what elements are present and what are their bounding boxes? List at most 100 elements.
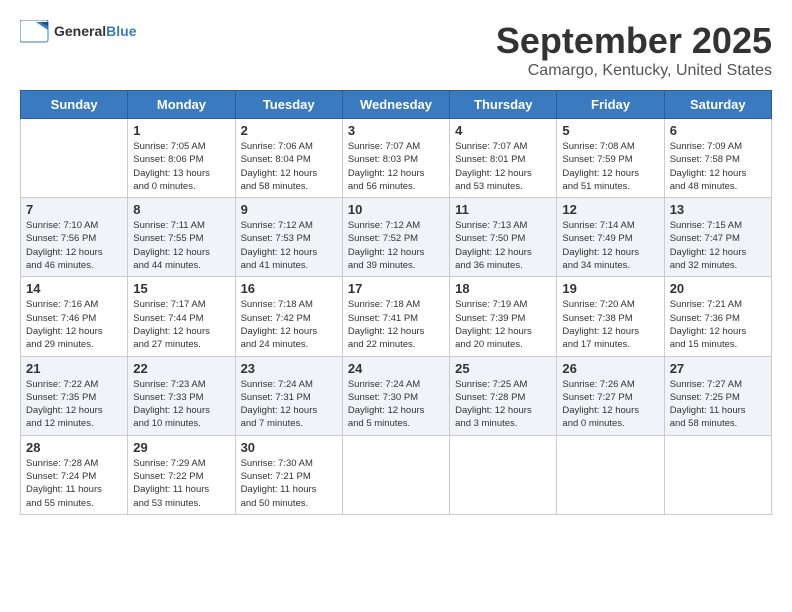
page-header: GeneralBlue September 2025 Camargo, Kent… bbox=[20, 20, 772, 80]
day-number: 25 bbox=[455, 361, 551, 376]
calendar-cell: 8 Sunrise: 7:11 AM Sunset: 7:55 PM Daylig… bbox=[128, 198, 235, 277]
calendar-header-row: SundayMondayTuesdayWednesdayThursdayFrid… bbox=[21, 91, 772, 119]
calendar-cell: 10 Sunrise: 7:12 AM Sunset: 7:52 PM Dayli… bbox=[342, 198, 449, 277]
calendar-week-row: 14 Sunrise: 7:16 AM Sunset: 7:46 PM Dayli… bbox=[21, 277, 772, 356]
calendar-cell: 6 Sunrise: 7:09 AM Sunset: 7:58 PM Daylig… bbox=[664, 119, 771, 198]
location-title: Camargo, Kentucky, United States bbox=[496, 62, 772, 80]
day-number: 4 bbox=[455, 123, 551, 138]
logo-general: General bbox=[54, 23, 106, 39]
day-number: 10 bbox=[348, 202, 444, 217]
day-number: 6 bbox=[670, 123, 766, 138]
cell-content: Sunrise: 7:05 AM Sunset: 8:06 PM Dayligh… bbox=[133, 140, 229, 193]
logo: GeneralBlue bbox=[20, 20, 136, 44]
calendar-cell: 23Sunrise: 7:24 AM Sunset: 7:31 PM Dayli… bbox=[235, 356, 342, 435]
calendar-cell: 1Sunrise: 7:05 AM Sunset: 8:06 PM Daylig… bbox=[128, 119, 235, 198]
cell-content: Sunrise: 7:25 AM Sunset: 7:28 PM Dayligh… bbox=[455, 378, 551, 431]
cell-content: Sunrise: 7:21 AM Sunset: 7:36 PM Dayligh… bbox=[670, 298, 766, 351]
cell-content: Sunrise: 7:12 AM Sunset: 7:53 PM Dayligh… bbox=[241, 219, 337, 272]
cell-content: Sunrise: 7:14 AM Sunset: 7:49 PM Dayligh… bbox=[562, 219, 658, 272]
day-number: 7 bbox=[26, 202, 122, 217]
cell-content: Sunrise: 7:22 AM Sunset: 7:35 PM Dayligh… bbox=[26, 378, 122, 431]
cell-content: Sunrise: 7:11 AM Sunset: 7:55 PM Dayligh… bbox=[133, 219, 229, 272]
calendar-cell: 12 Sunrise: 7:14 AM Sunset: 7:49 PM Dayli… bbox=[557, 198, 664, 277]
day-number: 2 bbox=[241, 123, 337, 138]
day-number: 29 bbox=[133, 440, 229, 455]
day-header-tuesday: Tuesday bbox=[235, 91, 342, 119]
logo-blue: Blue bbox=[106, 23, 136, 39]
day-number: 11 bbox=[455, 202, 551, 217]
calendar-cell: 28 Sunrise: 7:28 AM Sunset: 7:24 PM Dayli… bbox=[21, 435, 128, 514]
day-header-wednesday: Wednesday bbox=[342, 91, 449, 119]
cell-content: Sunrise: 7:17 AM Sunset: 7:44 PM Dayligh… bbox=[133, 298, 229, 351]
calendar-cell: 17 Sunrise: 7:18 AM Sunset: 7:41 PM Dayli… bbox=[342, 277, 449, 356]
calendar-cell: 16 Sunrise: 7:18 AM Sunset: 7:42 PM Dayli… bbox=[235, 277, 342, 356]
cell-content: Sunrise: 7:16 AM Sunset: 7:46 PM Dayligh… bbox=[26, 298, 122, 351]
cell-content: Sunrise: 7:12 AM Sunset: 7:52 PM Dayligh… bbox=[348, 219, 444, 272]
day-number: 17 bbox=[348, 281, 444, 296]
day-number: 8 bbox=[133, 202, 229, 217]
calendar-cell: 18Sunrise: 7:19 AM Sunset: 7:39 PM Dayli… bbox=[450, 277, 557, 356]
day-number: 22 bbox=[133, 361, 229, 376]
calendar-cell: 15 Sunrise: 7:17 AM Sunset: 7:44 PM Dayli… bbox=[128, 277, 235, 356]
cell-content: Sunrise: 7:07 AM Sunset: 8:01 PM Dayligh… bbox=[455, 140, 551, 193]
cell-content: Sunrise: 7:09 AM Sunset: 7:58 PM Dayligh… bbox=[670, 140, 766, 193]
calendar-cell: 22 Sunrise: 7:23 AM Sunset: 7:33 PM Dayli… bbox=[128, 356, 235, 435]
day-number: 16 bbox=[241, 281, 337, 296]
calendar-cell: 26 Sunrise: 7:26 AM Sunset: 7:27 PM Dayli… bbox=[557, 356, 664, 435]
calendar-cell: 9 Sunrise: 7:12 AM Sunset: 7:53 PM Daylig… bbox=[235, 198, 342, 277]
cell-content: Sunrise: 7:18 AM Sunset: 7:42 PM Dayligh… bbox=[241, 298, 337, 351]
cell-content: Sunrise: 7:26 AM Sunset: 7:27 PM Dayligh… bbox=[562, 378, 658, 431]
calendar-cell: 3 Sunrise: 7:07 AM Sunset: 8:03 PM Daylig… bbox=[342, 119, 449, 198]
calendar-week-row: 7 Sunrise: 7:10 AM Sunset: 7:56 PM Daylig… bbox=[21, 198, 772, 277]
calendar-cell bbox=[21, 119, 128, 198]
calendar-week-row: 21Sunrise: 7:22 AM Sunset: 7:35 PM Dayli… bbox=[21, 356, 772, 435]
cell-content: Sunrise: 7:30 AM Sunset: 7:21 PM Dayligh… bbox=[241, 457, 337, 510]
cell-content: Sunrise: 7:24 AM Sunset: 7:30 PM Dayligh… bbox=[348, 378, 444, 431]
calendar-week-row: 1Sunrise: 7:05 AM Sunset: 8:06 PM Daylig… bbox=[21, 119, 772, 198]
calendar-cell bbox=[342, 435, 449, 514]
calendar-week-row: 28 Sunrise: 7:28 AM Sunset: 7:24 PM Dayli… bbox=[21, 435, 772, 514]
cell-content: Sunrise: 7:23 AM Sunset: 7:33 PM Dayligh… bbox=[133, 378, 229, 431]
calendar-cell: 5 Sunrise: 7:08 AM Sunset: 7:59 PM Daylig… bbox=[557, 119, 664, 198]
day-number: 28 bbox=[26, 440, 122, 455]
day-number: 19 bbox=[562, 281, 658, 296]
day-number: 15 bbox=[133, 281, 229, 296]
calendar-cell: 13 Sunrise: 7:15 AM Sunset: 7:47 PM Dayli… bbox=[664, 198, 771, 277]
calendar-cell bbox=[664, 435, 771, 514]
day-number: 24 bbox=[348, 361, 444, 376]
day-header-thursday: Thursday bbox=[450, 91, 557, 119]
cell-content: Sunrise: 7:28 AM Sunset: 7:24 PM Dayligh… bbox=[26, 457, 122, 510]
logo-icon bbox=[20, 20, 50, 44]
day-number: 27 bbox=[670, 361, 766, 376]
calendar-cell: 19Sunrise: 7:20 AM Sunset: 7:38 PM Dayli… bbox=[557, 277, 664, 356]
day-number: 14 bbox=[26, 281, 122, 296]
cell-content: Sunrise: 7:18 AM Sunset: 7:41 PM Dayligh… bbox=[348, 298, 444, 351]
calendar-cell: 14 Sunrise: 7:16 AM Sunset: 7:46 PM Dayli… bbox=[21, 277, 128, 356]
day-header-sunday: Sunday bbox=[21, 91, 128, 119]
day-header-monday: Monday bbox=[128, 91, 235, 119]
calendar-cell: 24 Sunrise: 7:24 AM Sunset: 7:30 PM Dayli… bbox=[342, 356, 449, 435]
cell-content: Sunrise: 7:24 AM Sunset: 7:31 PM Dayligh… bbox=[241, 378, 337, 431]
day-number: 18 bbox=[455, 281, 551, 296]
month-title: September 2025 bbox=[496, 20, 772, 62]
day-number: 20 bbox=[670, 281, 766, 296]
day-number: 3 bbox=[348, 123, 444, 138]
cell-content: Sunrise: 7:08 AM Sunset: 7:59 PM Dayligh… bbox=[562, 140, 658, 193]
day-header-saturday: Saturday bbox=[664, 91, 771, 119]
calendar-cell: 20 Sunrise: 7:21 AM Sunset: 7:36 PM Dayli… bbox=[664, 277, 771, 356]
day-number: 13 bbox=[670, 202, 766, 217]
calendar-cell: 7 Sunrise: 7:10 AM Sunset: 7:56 PM Daylig… bbox=[21, 198, 128, 277]
cell-content: Sunrise: 7:13 AM Sunset: 7:50 PM Dayligh… bbox=[455, 219, 551, 272]
cell-content: Sunrise: 7:07 AM Sunset: 8:03 PM Dayligh… bbox=[348, 140, 444, 193]
day-number: 5 bbox=[562, 123, 658, 138]
cell-content: Sunrise: 7:15 AM Sunset: 7:47 PM Dayligh… bbox=[670, 219, 766, 272]
calendar-cell: 11 Sunrise: 7:13 AM Sunset: 7:50 PM Dayli… bbox=[450, 198, 557, 277]
calendar-cell: 30 Sunrise: 7:30 AM Sunset: 7:21 PM Dayli… bbox=[235, 435, 342, 514]
day-number: 30 bbox=[241, 440, 337, 455]
cell-content: Sunrise: 7:29 AM Sunset: 7:22 PM Dayligh… bbox=[133, 457, 229, 510]
day-number: 12 bbox=[562, 202, 658, 217]
calendar-cell bbox=[557, 435, 664, 514]
day-number: 9 bbox=[241, 202, 337, 217]
day-number: 26 bbox=[562, 361, 658, 376]
cell-content: Sunrise: 7:10 AM Sunset: 7:56 PM Dayligh… bbox=[26, 219, 122, 272]
